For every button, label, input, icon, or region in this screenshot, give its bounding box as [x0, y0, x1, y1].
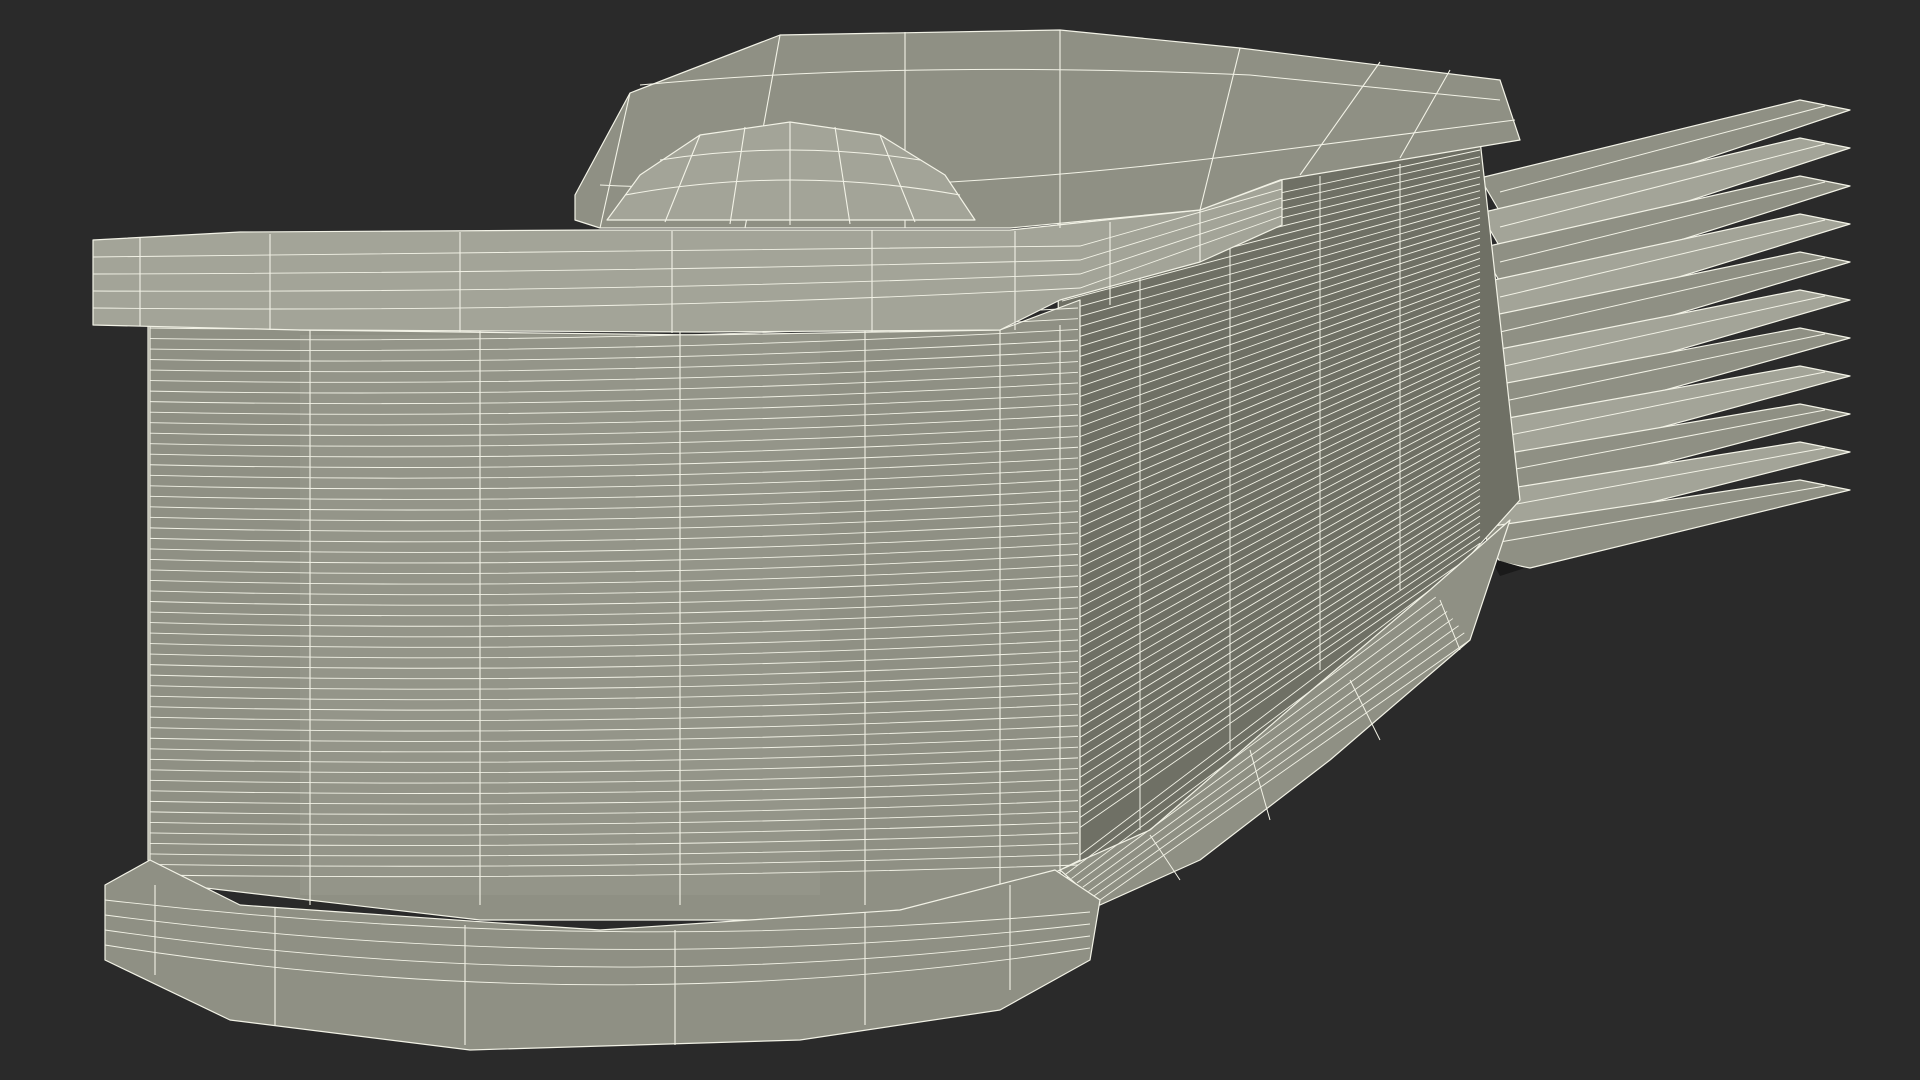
wireframe-render — [92, 29, 1851, 1051]
coil-body — [147, 299, 1081, 921]
3d-viewport[interactable] — [0, 0, 1920, 1080]
cooling-fins — [1479, 99, 1851, 576]
